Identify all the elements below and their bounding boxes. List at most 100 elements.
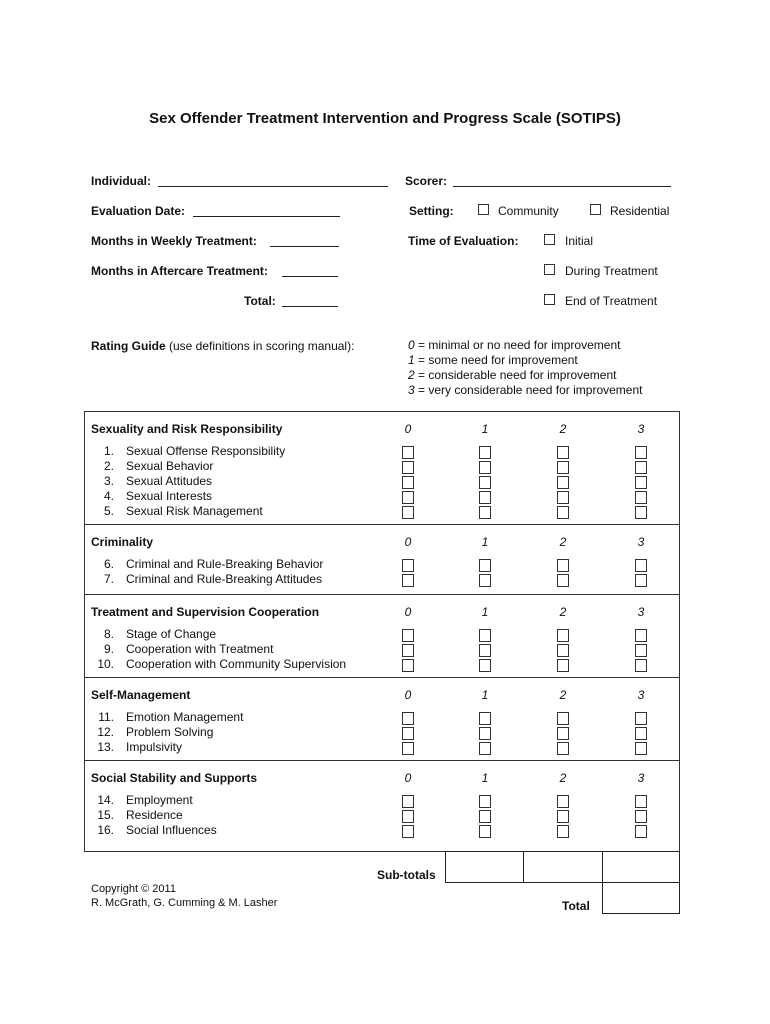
score-3-checkbox[interactable]	[635, 659, 647, 672]
score-1-checkbox[interactable]	[479, 810, 491, 823]
time-during-treatment-checkbox[interactable]	[544, 264, 555, 275]
score-1-checkbox[interactable]	[479, 825, 491, 838]
setting-community-checkbox[interactable]	[478, 204, 489, 215]
setting-residential-label: Residential	[610, 204, 670, 218]
score-header-0: 0	[404, 605, 412, 619]
evaluation-date-field[interactable]	[193, 204, 340, 217]
score-0-checkbox[interactable]	[402, 742, 414, 755]
grand-total-box[interactable]	[602, 882, 680, 914]
score-3-checkbox[interactable]	[635, 727, 647, 740]
score-1-checkbox[interactable]	[479, 491, 491, 504]
score-3-checkbox[interactable]	[635, 506, 647, 519]
rating-guide-note: (use definitions in scoring manual):	[165, 339, 355, 353]
score-2-checkbox[interactable]	[557, 644, 569, 657]
score-3-checkbox[interactable]	[635, 476, 647, 489]
score-header-0: 0	[404, 422, 412, 436]
score-3-checkbox[interactable]	[635, 559, 647, 572]
score-2-checkbox[interactable]	[557, 461, 569, 474]
score-3-checkbox[interactable]	[635, 795, 647, 808]
item-number: 9.	[103, 642, 114, 656]
score-2-checkbox[interactable]	[557, 742, 569, 755]
score-header-1: 1	[481, 688, 489, 702]
score-2-checkbox[interactable]	[557, 574, 569, 587]
item-label: Criminal and Rule-Breaking Behavior	[126, 557, 324, 571]
score-2-checkbox[interactable]	[557, 727, 569, 740]
score-1-checkbox[interactable]	[479, 727, 491, 740]
score-3-checkbox[interactable]	[635, 629, 647, 642]
score-2-checkbox[interactable]	[557, 446, 569, 459]
score-0-checkbox[interactable]	[402, 446, 414, 459]
score-3-checkbox[interactable]	[635, 574, 647, 587]
rating-guide-label: Rating Guide (use definitions in scoring…	[91, 339, 354, 353]
score-1-checkbox[interactable]	[479, 506, 491, 519]
item-number: 8.	[103, 627, 114, 641]
score-3-checkbox[interactable]	[635, 742, 647, 755]
score-2-checkbox[interactable]	[557, 476, 569, 489]
score-header-2: 2	[559, 422, 567, 436]
score-0-checkbox[interactable]	[402, 712, 414, 725]
score-2-checkbox[interactable]	[557, 629, 569, 642]
score-0-checkbox[interactable]	[402, 476, 414, 489]
score-1-checkbox[interactable]	[479, 461, 491, 474]
months-total-field[interactable]	[282, 294, 338, 307]
score-2-checkbox[interactable]	[557, 810, 569, 823]
subtotal-box-1[interactable]	[445, 851, 524, 883]
individual-field[interactable]	[158, 174, 388, 187]
score-header-2: 2	[559, 535, 567, 549]
score-1-checkbox[interactable]	[479, 476, 491, 489]
score-2-checkbox[interactable]	[557, 712, 569, 725]
setting-residential-checkbox[interactable]	[590, 204, 601, 215]
score-0-checkbox[interactable]	[402, 629, 414, 642]
item-row: 1. Sexual Offense Responsibility	[85, 444, 679, 459]
score-0-checkbox[interactable]	[402, 559, 414, 572]
scorer-field[interactable]	[453, 174, 671, 187]
section-1: Sexuality and Risk Responsibility 0 1 2 3 1. S…	[85, 412, 679, 525]
score-0-checkbox[interactable]	[402, 644, 414, 657]
score-1-checkbox[interactable]	[479, 712, 491, 725]
score-1-checkbox[interactable]	[479, 659, 491, 672]
time-end-of-treatment-checkbox[interactable]	[544, 294, 555, 305]
score-3-checkbox[interactable]	[635, 712, 647, 725]
score-0-checkbox[interactable]	[402, 727, 414, 740]
score-2-checkbox[interactable]	[557, 825, 569, 838]
score-2-checkbox[interactable]	[557, 491, 569, 504]
score-1-checkbox[interactable]	[479, 742, 491, 755]
score-1-checkbox[interactable]	[479, 644, 491, 657]
time-initial-checkbox[interactable]	[544, 234, 555, 245]
score-0-checkbox[interactable]	[402, 825, 414, 838]
score-0-checkbox[interactable]	[402, 795, 414, 808]
score-2-checkbox[interactable]	[557, 659, 569, 672]
score-3-checkbox[interactable]	[635, 644, 647, 657]
score-0-checkbox[interactable]	[402, 461, 414, 474]
item-label: Stage of Change	[126, 627, 217, 641]
score-2-checkbox[interactable]	[557, 559, 569, 572]
score-3-checkbox[interactable]	[635, 825, 647, 838]
score-1-checkbox[interactable]	[479, 629, 491, 642]
score-3-checkbox[interactable]	[635, 810, 647, 823]
score-0-checkbox[interactable]	[402, 659, 414, 672]
score-2-checkbox[interactable]	[557, 506, 569, 519]
score-3-checkbox[interactable]	[635, 446, 647, 459]
score-1-checkbox[interactable]	[479, 559, 491, 572]
score-3-checkbox[interactable]	[635, 461, 647, 474]
score-0-checkbox[interactable]	[402, 506, 414, 519]
individual-label: Individual:	[91, 174, 151, 188]
item-number: 11.	[98, 710, 114, 724]
score-1-checkbox[interactable]	[479, 446, 491, 459]
section-3: Treatment and Supervision Cooperation 0 1 2…	[85, 595, 679, 678]
subtotal-box-2[interactable]	[523, 851, 603, 883]
score-0-checkbox[interactable]	[402, 491, 414, 504]
score-0-checkbox[interactable]	[402, 810, 414, 823]
subtotal-box-3[interactable]	[602, 851, 680, 883]
aftercare-treatment-field[interactable]	[282, 264, 338, 277]
item-number: 7.	[103, 572, 114, 586]
weekly-treatment-field[interactable]	[270, 234, 339, 247]
item-label: Sexual Offense Responsibility	[126, 444, 286, 458]
score-2-checkbox[interactable]	[557, 795, 569, 808]
score-1-checkbox[interactable]	[479, 574, 491, 587]
score-0-checkbox[interactable]	[402, 574, 414, 587]
score-1-checkbox[interactable]	[479, 795, 491, 808]
item-label: Problem Solving	[126, 725, 214, 739]
item-label: Cooperation with Treatment	[126, 642, 274, 656]
score-3-checkbox[interactable]	[635, 491, 647, 504]
